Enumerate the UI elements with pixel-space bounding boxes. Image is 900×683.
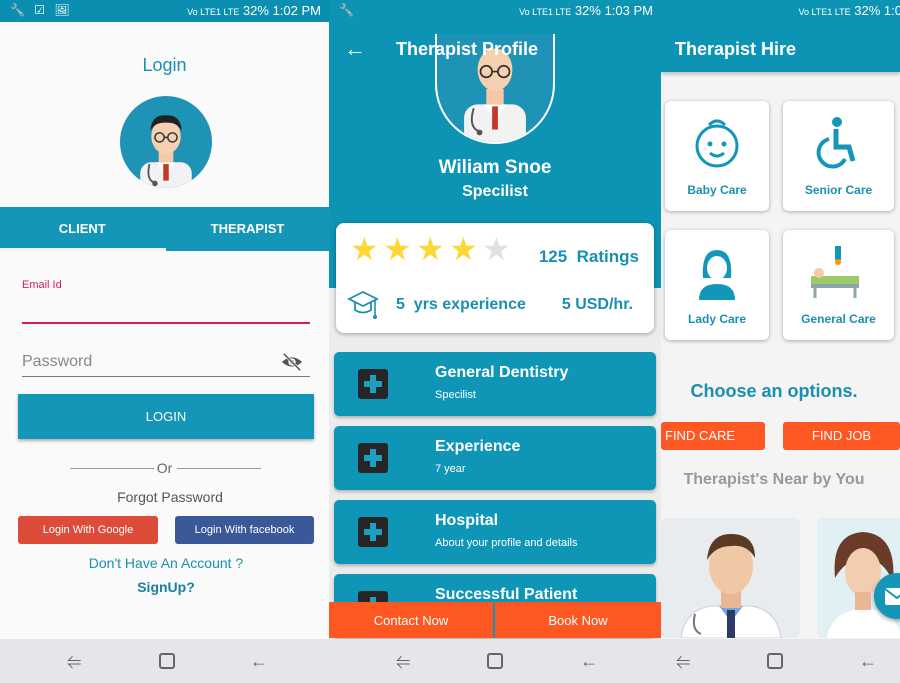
- star-filled-icon: ★: [416, 231, 445, 267]
- visibility-off-icon[interactable]: [281, 352, 303, 372]
- ratings-count: 125: [538, 247, 568, 266]
- system-nav-bar: ⥢ ←: [329, 639, 661, 683]
- doctor-avatar: [120, 96, 212, 188]
- therapist-name: Wiliam Snoe: [438, 157, 552, 178]
- info-item-hospital[interactable]: Hospital About your profile and details: [334, 500, 656, 564]
- email-field[interactable]: [22, 296, 310, 320]
- hourly-rate: 5 USD/hr.: [561, 296, 633, 313]
- home-icon[interactable]: [487, 653, 503, 669]
- page-title: Login: [142, 55, 187, 75]
- plus-icon: [358, 369, 388, 399]
- rating-card: ★ ★ ★ ★ ★ 125 Ratings 5 yrs experience 5 USD…: [336, 223, 654, 333]
- tab-client[interactable]: CLIENT: [0, 207, 165, 251]
- login-screen: 🔧 ☑ 🖼 Vo LTE1 LTE 32% 1:02 PM Login CLIE…: [0, 0, 329, 683]
- star-filled-icon: ★: [383, 231, 412, 267]
- therapist-profile-screen: 🔧 Vo LTE1 LTE 32% 1:03 PM ← Therapist Pr…: [329, 0, 661, 683]
- therapist-hire-screen: Vo LTE1 LTE 32% 1:0 Therapist Hire Baby …: [661, 0, 900, 683]
- book-now-button[interactable]: Book Now: [495, 602, 661, 638]
- home-icon[interactable]: [159, 653, 175, 669]
- info-title: Hospital: [435, 512, 499, 529]
- star-filled-icon: ★: [350, 231, 379, 267]
- category-lady-care[interactable]: Lady Care: [665, 230, 769, 340]
- woman-icon: [699, 250, 735, 300]
- signal-icon: Vo LTE1 LTE: [798, 7, 851, 17]
- clock: 1:0: [883, 3, 900, 18]
- password-underline: [22, 376, 310, 377]
- experience-label: yrs experience: [413, 296, 526, 313]
- contact-now-button[interactable]: Contact Now: [329, 602, 493, 638]
- divider-right: [177, 468, 261, 469]
- info-subtitle: Specilist: [435, 389, 476, 401]
- recent-apps-icon[interactable]: ⥢: [673, 651, 693, 671]
- email-underline: [22, 322, 310, 324]
- star-filled-icon: ★: [449, 231, 478, 267]
- battery-level: 32%: [574, 3, 601, 18]
- category-label: Lady Care: [687, 312, 747, 326]
- info-subtitle: About your profile and details: [435, 537, 578, 549]
- home-icon[interactable]: [767, 653, 783, 669]
- choose-options-heading: Choose an options.: [690, 381, 858, 401]
- info-item-general-dentistry[interactable]: General Dentistry Specilist: [334, 352, 656, 416]
- info-title: Experience: [435, 438, 521, 455]
- status-notification-icons: 🔧 ☑ 🖼: [10, 3, 73, 17]
- status-bar: 🔧 Vo LTE1 LTE 32% 1:03 PM: [329, 0, 661, 22]
- signal-icon: Vo LTE1 LTE: [519, 7, 572, 17]
- therapist-photo-male[interactable]: [661, 518, 800, 638]
- signup-link[interactable]: SignUp?: [0, 579, 329, 595]
- category-general-care[interactable]: General Care: [783, 230, 894, 340]
- status-notification-icons: 🔧: [339, 3, 357, 17]
- back-arrow-icon[interactable]: ←: [344, 36, 366, 62]
- hospital-bed-icon: [811, 246, 859, 298]
- message-fab[interactable]: [874, 573, 900, 619]
- baby-icon: [695, 119, 739, 168]
- star-empty-icon: ★: [482, 231, 511, 267]
- clock: 1:03 PM: [604, 3, 653, 18]
- find-care-button[interactable]: FIND CARE: [661, 422, 765, 450]
- forgot-password-link[interactable]: Forgot Password: [0, 489, 329, 505]
- category-baby-care[interactable]: Baby Care: [665, 101, 769, 211]
- login-google-button[interactable]: Login With Google: [18, 516, 158, 544]
- page-title: Therapist Profile: [396, 39, 539, 59]
- login-button[interactable]: LOGIN: [18, 394, 314, 439]
- status-bar: Vo LTE1 LTE 32% 1:0: [661, 0, 900, 22]
- or-label: Or: [156, 460, 173, 476]
- mail-icon: [884, 588, 900, 605]
- recent-apps-icon[interactable]: ⥢: [393, 651, 413, 671]
- tab-therapist[interactable]: THERAPIST: [166, 207, 329, 251]
- password-field[interactable]: Password: [22, 353, 92, 371]
- info-item-experience[interactable]: Experience 7 year: [334, 426, 656, 490]
- system-nav-bar: ⥢ ←: [0, 639, 329, 683]
- clock: 1:02 PM: [272, 3, 321, 18]
- ratings-label: Ratings: [576, 247, 639, 266]
- back-icon[interactable]: ←: [249, 651, 269, 671]
- page-title: Therapist Hire: [675, 39, 797, 59]
- system-nav-bar: ⥢ ←: [661, 639, 900, 683]
- category-label: Baby Care: [687, 183, 747, 197]
- info-title: General Dentistry: [435, 364, 569, 381]
- signal-icon: Vo LTE1 LTE: [187, 7, 240, 17]
- info-subtitle: 7 year: [435, 463, 466, 475]
- graduation-cap-icon: [347, 290, 379, 319]
- back-icon[interactable]: ←: [579, 651, 599, 671]
- plus-icon: [358, 443, 388, 473]
- wheelchair-icon: [816, 117, 856, 169]
- tab-indicator: [0, 248, 166, 251]
- plus-icon: [358, 517, 388, 547]
- battery-level: 32%: [854, 3, 881, 18]
- email-label: Email Id: [22, 279, 62, 291]
- category-senior-care[interactable]: Senior Care: [783, 101, 894, 211]
- login-facebook-button[interactable]: Login With facebook: [175, 516, 314, 544]
- battery-level: 32%: [242, 3, 269, 18]
- nearby-heading: Therapist's Near by You: [683, 471, 865, 488]
- no-account-text: Don't Have An Account ?: [88, 555, 244, 571]
- find-job-button[interactable]: FIND JOB: [783, 422, 900, 450]
- category-label: General Care: [801, 312, 876, 326]
- experience-years: 5: [396, 296, 405, 313]
- back-icon[interactable]: ←: [858, 651, 878, 671]
- status-bar: 🔧 ☑ 🖼 Vo LTE1 LTE 32% 1:02 PM: [0, 0, 329, 22]
- role-tabs: CLIENT THERAPIST: [0, 207, 329, 251]
- therapist-specialty: Specilist: [462, 183, 528, 200]
- recent-apps-icon[interactable]: ⥢: [64, 651, 84, 671]
- category-label: Senior Care: [804, 183, 873, 197]
